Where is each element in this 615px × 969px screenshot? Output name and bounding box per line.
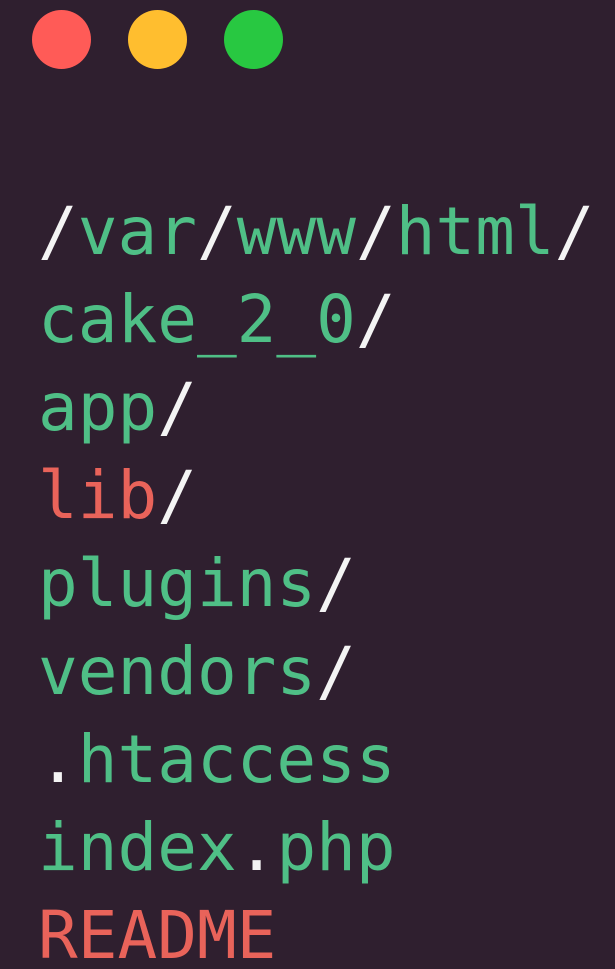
entry-htaccess-segment-1: htaccess	[77, 721, 396, 798]
maximize-button[interactable]	[224, 10, 283, 69]
entry-index-php[interactable]: index.php	[38, 804, 594, 892]
entry-cake[interactable]: cake_2_0/	[38, 276, 594, 364]
window-controls	[32, 10, 283, 69]
entry-plugins-segment-0: plugins	[38, 545, 317, 622]
path-root-segment-4: /	[355, 193, 396, 270]
entry-app-segment-0: app	[38, 369, 158, 446]
entry-app[interactable]: app/	[38, 364, 594, 452]
path-root-segment-3: www	[236, 193, 356, 270]
path-root-segment-2: /	[196, 193, 237, 270]
entry-lib-segment-1: /	[157, 457, 197, 534]
file-listing: /var/www/html/cake_2_0/app/lib/plugins/v…	[38, 188, 594, 969]
entry-index-php-segment-1: .	[236, 809, 277, 886]
entry-plugins-segment-1: /	[316, 545, 356, 622]
path-root[interactable]: /var/www/html/	[38, 188, 594, 276]
entry-readme[interactable]: README	[38, 892, 594, 969]
entry-vendors-segment-1: /	[316, 633, 356, 710]
minimize-button[interactable]	[128, 10, 187, 69]
entry-lib-segment-0: lib	[38, 457, 158, 534]
entry-index-php-segment-2: php	[276, 809, 396, 886]
entry-cake-segment-0: cake_2_0	[38, 281, 356, 358]
entry-vendors[interactable]: vendors/	[38, 628, 594, 716]
path-root-segment-1: var	[77, 193, 197, 270]
close-button[interactable]	[32, 10, 91, 69]
path-root-segment-6: /	[554, 193, 595, 270]
entry-readme-segment-0: README	[38, 897, 277, 969]
path-root-segment-5: html	[395, 193, 555, 270]
entry-cake-segment-1: /	[355, 281, 396, 358]
path-root-segment-0: /	[38, 193, 78, 270]
entry-htaccess-segment-0: .	[38, 721, 78, 798]
entry-htaccess[interactable]: .htaccess	[38, 716, 594, 804]
terminal-window: /var/www/html/cake_2_0/app/lib/plugins/v…	[0, 0, 615, 969]
entry-index-php-segment-0: index	[38, 809, 237, 886]
entry-plugins[interactable]: plugins/	[38, 540, 594, 628]
entry-lib[interactable]: lib/	[38, 452, 594, 540]
entry-app-segment-1: /	[157, 369, 197, 446]
entry-vendors-segment-0: vendors	[38, 633, 317, 710]
